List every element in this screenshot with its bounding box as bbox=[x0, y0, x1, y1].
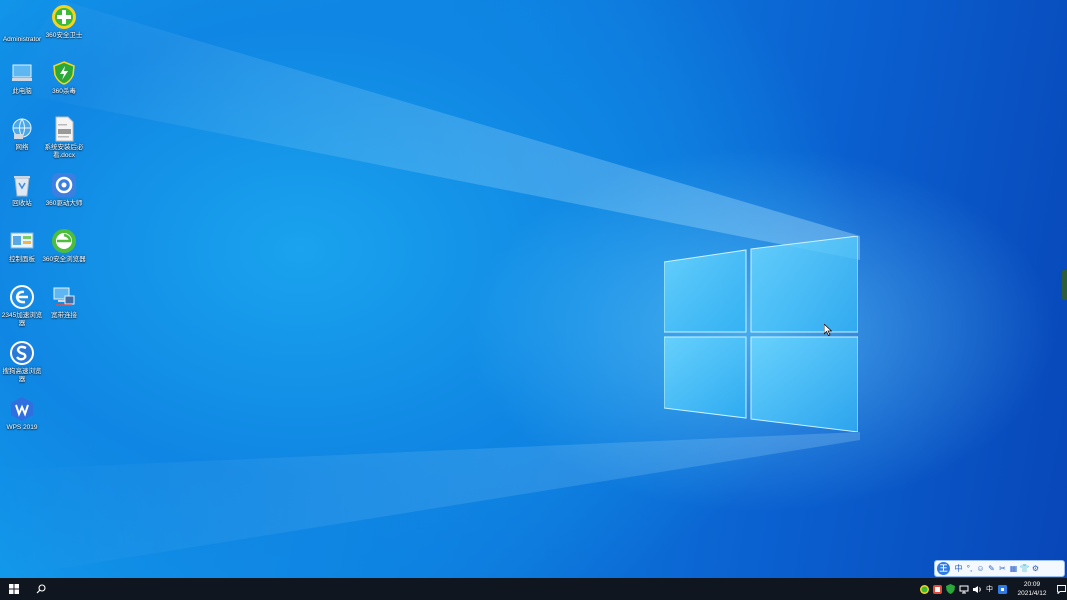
ime-mode-toggle[interactable]: 中 bbox=[953, 563, 964, 574]
mouse-pointer-icon bbox=[824, 324, 832, 336]
docx-icon bbox=[51, 116, 77, 142]
windows-start-icon bbox=[9, 584, 19, 594]
360-antivirus-icon bbox=[51, 60, 77, 86]
ime-skin-icon[interactable]: 👕 bbox=[1019, 564, 1030, 573]
notification-center-button[interactable] bbox=[1055, 578, 1067, 600]
ime-logo-icon[interactable]: 王 bbox=[937, 562, 950, 575]
tray-360-safe-icon[interactable] bbox=[918, 578, 931, 600]
360-driver-icon bbox=[51, 172, 77, 198]
desktop-icon-360-browser[interactable]: 360安全浏览器 bbox=[42, 228, 86, 264]
clock-date: 2021/4/12 bbox=[1017, 590, 1047, 597]
user-folder-icon bbox=[9, 8, 35, 34]
desktop-icon-network[interactable]: 网络 bbox=[0, 116, 44, 152]
desktop-icon-label: 360杀毒 bbox=[52, 88, 76, 95]
side-widget-tab[interactable] bbox=[1062, 270, 1067, 300]
desktop-icon-label: 搜狗高速浏览器 bbox=[2, 368, 42, 383]
start-button[interactable] bbox=[0, 578, 28, 600]
ime-keyboard-icon[interactable]: ▦ bbox=[1008, 564, 1019, 573]
recycle-bin-icon bbox=[9, 172, 35, 198]
tray-360-antivirus-icon[interactable] bbox=[944, 578, 957, 600]
360-safe-icon bbox=[51, 4, 77, 30]
desktop-icon-this-pc[interactable]: 此电脑 bbox=[0, 60, 44, 96]
ime-emoji-icon[interactable]: ☺ bbox=[975, 564, 986, 573]
wallpaper-light-beams bbox=[0, 0, 860, 578]
network-icon bbox=[9, 116, 35, 142]
wps-icon bbox=[9, 396, 35, 422]
tray-network-icon[interactable] bbox=[957, 578, 970, 600]
2345-browser-icon bbox=[9, 284, 35, 310]
tray-sogou-icon[interactable] bbox=[996, 578, 1009, 600]
desktop-icon-control-panel[interactable]: 控制面板 bbox=[0, 228, 44, 264]
search-icon bbox=[36, 584, 46, 594]
desktop-icon-docx[interactable]: 系统安装后必看.docx bbox=[42, 116, 86, 160]
ime-handwriting-icon[interactable]: ✎ bbox=[986, 564, 997, 573]
clock-time: 20:09 bbox=[1023, 581, 1041, 588]
desktop-icon-360-antivirus[interactable]: 360杀毒 bbox=[42, 60, 86, 96]
desktop-icon-label: 控制面板 bbox=[9, 256, 35, 263]
tray-ime-indicator[interactable]: 中 bbox=[983, 578, 996, 600]
this-pc-icon bbox=[9, 60, 35, 86]
desktop-icon-wps[interactable]: WPS 2019 bbox=[0, 396, 44, 432]
taskbar: 中 20:09 2021/4/12 bbox=[0, 578, 1067, 600]
desktop-icon-label: 此电脑 bbox=[12, 88, 32, 95]
desktop-icon-label: 回收站 bbox=[12, 200, 32, 207]
system-tray: 中 20:09 2021/4/12 bbox=[918, 578, 1067, 600]
desktop-icon-recycle-bin[interactable]: 回收站 bbox=[0, 172, 44, 208]
desktop-icon-sogou-browser[interactable]: 搜狗高速浏览器 bbox=[0, 340, 44, 384]
desktop-icon-label: 宽带连接 bbox=[51, 312, 77, 319]
sogou-browser-icon bbox=[9, 340, 35, 366]
ime-settings-icon[interactable]: ⚙ bbox=[1030, 564, 1041, 573]
ime-toolbar[interactable]: 王 中 °, ☺ ✎ ✂ ▦ 👕 ⚙ bbox=[934, 560, 1065, 577]
control-panel-icon bbox=[9, 228, 35, 254]
tray-app-icon[interactable] bbox=[931, 578, 944, 600]
tray-volume-icon[interactable] bbox=[970, 578, 983, 600]
taskbar-search-button[interactable] bbox=[28, 578, 54, 600]
notification-icon bbox=[1056, 584, 1066, 594]
desktop-icon-2345-browser[interactable]: 2345加速浏览器 bbox=[0, 284, 44, 328]
360-browser-icon bbox=[51, 228, 77, 254]
desktop-icon-label: 360安全浏览器 bbox=[42, 256, 86, 263]
desktop-icon-360-safe[interactable]: 360安全卫士 bbox=[42, 4, 86, 40]
desktop-icon-label: 360驱动大师 bbox=[45, 200, 83, 207]
desktop-background[interactable]: Administrator 360安全卫士 此电脑 360杀毒 网络 系统安装后… bbox=[0, 0, 1067, 578]
ime-punctuation-toggle[interactable]: °, bbox=[964, 564, 975, 573]
ime-screenshot-icon[interactable]: ✂ bbox=[997, 564, 1008, 573]
broadband-icon bbox=[51, 284, 77, 310]
desktop-icon-label: 网络 bbox=[15, 144, 29, 151]
desktop-icon-label: 2345加速浏览器 bbox=[1, 312, 43, 327]
desktop-icon-360-driver[interactable]: 360驱动大师 bbox=[42, 172, 86, 208]
taskbar-clock[interactable]: 20:09 2021/4/12 bbox=[1009, 580, 1055, 598]
desktop-icon-broadband[interactable]: 宽带连接 bbox=[42, 284, 86, 320]
desktop-icon-label: WPS 2019 bbox=[6, 424, 38, 431]
desktop-icon-administrator[interactable]: Administrator bbox=[0, 8, 44, 44]
desktop-icon-label: Administrator bbox=[2, 36, 42, 43]
desktop-icon-label: 系统安装后必看.docx bbox=[44, 144, 84, 159]
desktop-icon-label: 360安全卫士 bbox=[45, 32, 83, 39]
